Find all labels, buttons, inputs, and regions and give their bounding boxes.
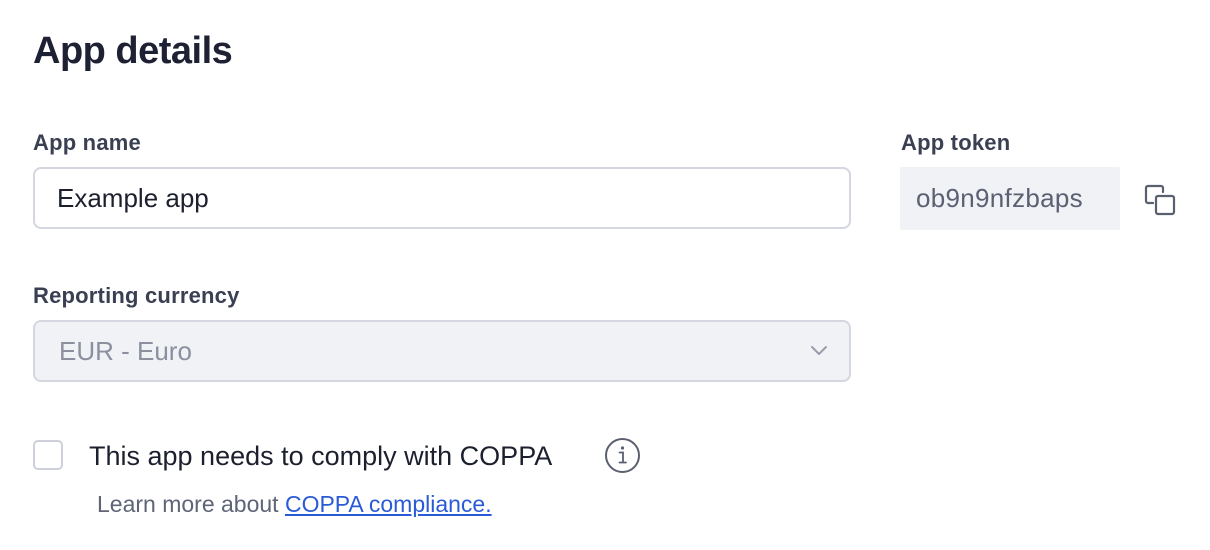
copy-token-button[interactable] (1141, 181, 1179, 219)
info-icon[interactable] (604, 437, 641, 474)
copy-icon[interactable] (1141, 181, 1179, 219)
app-token-value: ob9n9nfzbaps (900, 167, 1120, 230)
reporting-currency-label: Reporting currency (33, 283, 240, 308)
coppa-checkbox[interactable] (33, 440, 63, 470)
page-title: App details (33, 30, 233, 72)
reporting-currency-value: EUR - Euro (59, 336, 192, 366)
chevron-down-icon (811, 346, 827, 355)
coppa-helper-text: Learn more about COPPA compliance. (97, 489, 492, 519)
app-token-label: App token (901, 130, 1011, 155)
coppa-checkbox-label[interactable]: This app needs to comply with COPPA (89, 439, 552, 473)
coppa-compliance-link[interactable]: COPPA compliance. (285, 491, 492, 517)
app-name-input[interactable] (33, 167, 851, 229)
coppa-helper-prefix: Learn more about (97, 491, 285, 517)
reporting-currency-select[interactable]: EUR - Euro (33, 320, 851, 382)
app-name-label: App name (33, 130, 141, 155)
